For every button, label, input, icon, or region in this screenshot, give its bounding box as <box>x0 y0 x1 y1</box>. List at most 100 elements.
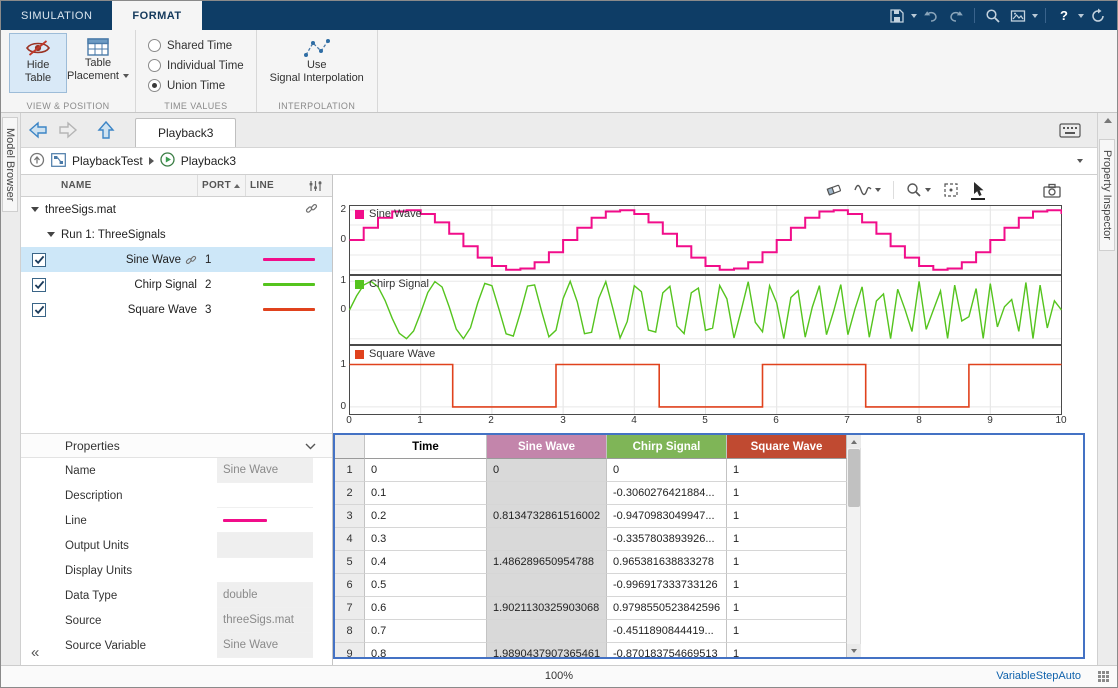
signal-row-square-wave[interactable]: Square Wave 3 <box>21 297 332 322</box>
save-caret-icon[interactable] <box>911 14 917 18</box>
back-button[interactable] <box>25 117 51 143</box>
signal-row-chirp-signal[interactable]: Chirp Signal 2 <box>21 272 332 297</box>
signal-data-table[interactable]: TimeSine WaveChirp SignalSquare Wave 1 0… <box>333 433 1085 659</box>
subplot-chirp-signal[interactable]: Chirp Signal10 <box>333 275 1079 344</box>
chevron-down-icon[interactable] <box>305 439 316 453</box>
radio-individual-time[interactable]: Individual Time <box>148 59 244 72</box>
column-header-port[interactable]: PORT <box>197 175 245 196</box>
y-tick-label: 0 <box>333 401 346 412</box>
column-header-line[interactable]: LINE <box>245 175 305 196</box>
signal-checkbox[interactable] <box>32 303 46 317</box>
wave-icon <box>854 183 872 197</box>
navigation-bar: Playback3 <box>21 113 1097 148</box>
property-value-cell[interactable]: double <box>217 583 313 608</box>
breadcrumb-item-block[interactable]: Playback3 <box>181 154 236 168</box>
collapse-ribbon-icon[interactable] <box>1104 118 1112 123</box>
zoom-button[interactable] <box>906 182 931 198</box>
radio-circle-icon[interactable] <box>148 59 161 72</box>
document-tab-playback3[interactable]: Playback3 <box>135 118 236 147</box>
pointer-button[interactable] <box>971 181 985 200</box>
line-style-swatch[interactable] <box>223 519 267 522</box>
column-header-name[interactable]: NAME <box>57 175 197 196</box>
run-node-row[interactable]: Run 1: ThreeSignals <box>21 222 332 247</box>
radio-shared-time[interactable]: Shared Time <box>148 39 244 52</box>
signal-row-sine-wave[interactable]: Sine Wave 1 <box>21 247 332 272</box>
save-button[interactable] <box>886 5 908 27</box>
breadcrumb-item-model[interactable]: PlaybackTest <box>72 154 143 168</box>
signal-checkbox[interactable] <box>32 253 46 267</box>
property-value-cell[interactable] <box>217 508 313 533</box>
zoom-level: 100% <box>545 670 573 682</box>
property-value-cell[interactable]: Sine Wave <box>217 633 313 658</box>
erase-button[interactable] <box>826 183 842 197</box>
toolstrip-tab-simulation[interactable]: SIMULATION <box>1 1 112 30</box>
column-settings-button[interactable] <box>305 175 333 196</box>
zoom-icon <box>906 182 922 198</box>
cell-chirp-signal: -0.3357803893926... <box>607 528 727 551</box>
column-header-square-wave[interactable]: Square Wave <box>727 435 847 459</box>
table-header: TimeSine WaveChirp SignalSquare Wave <box>335 435 1083 459</box>
snapshot-button[interactable] <box>1043 183 1061 198</box>
property-row-source-variable: Source Variable Sine Wave <box>21 633 332 658</box>
collapse-panel-button[interactable]: « <box>31 644 39 661</box>
scroll-up-button[interactable] <box>847 435 861 448</box>
table-row: 2 0.1 -0.3060276421884... 1 <box>335 482 1083 505</box>
row-number: 4 <box>335 528 365 551</box>
subplot-sine-wave[interactable]: Sine Wave20 <box>333 205 1079 274</box>
property-inspector-tab[interactable]: Property Inspector <box>1099 139 1115 251</box>
time-values-options: Shared Time Individual Time Union Time <box>144 33 248 92</box>
signal-line-swatch[interactable] <box>263 258 315 261</box>
property-value-cell[interactable] <box>217 533 313 558</box>
scrollbar-thumb[interactable] <box>848 449 860 507</box>
expander-icon[interactable] <box>47 232 55 237</box>
step-out-button[interactable] <box>29 152 45 171</box>
keyboard-shortcuts-button[interactable] <box>1057 117 1083 143</box>
radio-circle-icon[interactable] <box>148 39 161 52</box>
signal-line-swatch[interactable] <box>263 283 315 286</box>
capture-button[interactable] <box>1007 5 1029 27</box>
capture-caret-icon[interactable] <box>1032 14 1038 18</box>
property-value-cell[interactable] <box>217 558 313 583</box>
property-label: Data Type <box>21 583 217 608</box>
search-button[interactable] <box>982 5 1004 27</box>
zoom-caret-icon[interactable] <box>925 188 931 192</box>
subplot-square-wave[interactable]: Square Wave10 <box>333 345 1079 414</box>
use-signal-interpolation-button[interactable]: Use Signal Interpolation <box>265 33 369 93</box>
help-caret-icon[interactable] <box>1078 14 1084 18</box>
help-button[interactable]: ? <box>1053 5 1075 27</box>
signal-cursor-button[interactable] <box>854 183 881 197</box>
file-node-row[interactable]: threeSigs.mat <box>21 197 332 222</box>
property-value-cell[interactable]: threeSigs.mat <box>217 608 313 633</box>
toolstrip-tab-format[interactable]: FORMAT <box>112 1 201 30</box>
fit-to-view-button[interactable] <box>943 182 959 198</box>
plot-canvas[interactable] <box>349 205 1062 275</box>
wave-caret-icon[interactable] <box>875 188 881 192</box>
sync-button[interactable] <box>1087 5 1109 27</box>
expander-icon[interactable] <box>31 207 39 212</box>
signal-line-swatch[interactable] <box>263 308 315 311</box>
scroll-down-button[interactable] <box>847 644 861 657</box>
legend-label: Chirp Signal <box>369 278 429 290</box>
column-header-sine-wave[interactable]: Sine Wave <box>487 435 607 459</box>
radio-union-time[interactable]: Union Time <box>148 79 244 92</box>
table-scrollbar[interactable] <box>847 435 861 657</box>
plot-canvas[interactable] <box>349 345 1062 415</box>
property-value-cell[interactable] <box>217 483 313 508</box>
radio-circle-icon[interactable] <box>148 79 161 92</box>
redo-button[interactable] <box>945 5 967 27</box>
breadcrumb-dropdown-icon[interactable] <box>1077 159 1083 163</box>
undo-button[interactable] <box>920 5 942 27</box>
table-placement-button[interactable]: Table Placement <box>69 33 127 93</box>
properties-header[interactable]: Properties <box>21 434 332 458</box>
model-browser-tab[interactable]: Model Browser <box>2 117 18 212</box>
up-button[interactable] <box>93 117 119 143</box>
property-value-cell[interactable]: Sine Wave <box>217 458 313 483</box>
forward-button[interactable] <box>55 117 81 143</box>
breadcrumb-separator-icon <box>149 157 154 165</box>
column-header-chirp-signal[interactable]: Chirp Signal <box>607 435 727 459</box>
signal-checkbox[interactable] <box>32 278 46 292</box>
hide-table-button[interactable]: Hide Table <box>9 33 67 93</box>
solver-name[interactable]: VariableStepAuto <box>996 670 1081 682</box>
column-header-time[interactable]: Time <box>365 435 487 459</box>
plot-canvas[interactable] <box>349 275 1062 345</box>
